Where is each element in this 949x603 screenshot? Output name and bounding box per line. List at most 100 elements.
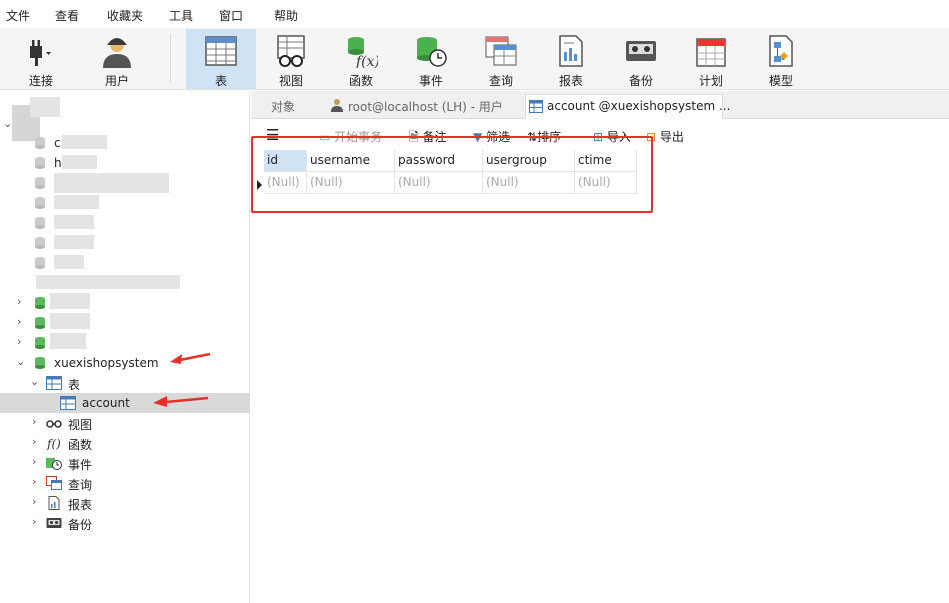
blurred-text: [50, 333, 86, 349]
tree-item-events[interactable]: › 事件: [0, 453, 250, 473]
function-icon: f(): [46, 437, 61, 450]
blurred-text: [50, 313, 90, 329]
tree-item-blurred[interactable]: [0, 213, 250, 233]
account-label: account: [82, 396, 130, 410]
chevron-down-icon[interactable]: ⌄: [16, 356, 26, 367]
blurred-text: [54, 195, 99, 209]
chevron-right-icon[interactable]: ›: [32, 436, 42, 447]
chevron-right-icon[interactable]: ›: [32, 496, 42, 507]
tree-item-backups[interactable]: › 备份: [0, 513, 250, 533]
menu-window[interactable]: 窗口: [219, 7, 243, 24]
event-icon: [417, 37, 447, 67]
tree-item-blurred[interactable]: [0, 233, 250, 253]
tab-bar: 对象 root@localhost (LH) - 用户 account @xue…: [251, 91, 949, 119]
report-icon: [559, 35, 583, 67]
menu-tools[interactable]: 工具: [169, 7, 193, 24]
event-button[interactable]: 事件: [396, 29, 466, 89]
menu-favorites[interactable]: 收藏夹: [107, 7, 143, 24]
connect-label: 连接: [28, 74, 53, 88]
plug-icon: [30, 40, 51, 66]
tab-user[interactable]: root@localhost (LH) - 用户: [327, 94, 523, 119]
chevron-down-icon[interactable]: ⌄: [30, 376, 40, 387]
table-icon: [205, 36, 237, 66]
tree-item-blurred[interactable]: [0, 173, 250, 193]
database-icon: [35, 177, 45, 189]
tree-item-functions[interactable]: › f() 函数: [0, 433, 250, 453]
chevron-right-icon[interactable]: ›: [32, 516, 42, 527]
queries-label: 查询: [68, 478, 93, 492]
tree-item-blurred[interactable]: ›: [0, 293, 250, 313]
blurred-text: [62, 155, 97, 169]
tree-item-blurred[interactable]: c: [0, 133, 250, 153]
menu-help[interactable]: 帮助: [274, 7, 298, 24]
blurred-text: [54, 255, 84, 269]
functions-label: 函数: [68, 438, 93, 452]
database-icon: [35, 257, 45, 269]
tree-item-reports[interactable]: › 报表: [0, 493, 250, 513]
main-toolbar: 连接 用户 表 视图 f(x) 函数 事件 查询 报表 备份 计划 模型: [0, 28, 949, 90]
blurred-text: [50, 293, 90, 309]
chevron-right-icon[interactable]: ›: [17, 336, 27, 347]
report-icon: [48, 496, 60, 510]
schedule-label: 计划: [698, 74, 723, 88]
tree-item-tables[interactable]: ⌄ 表: [0, 373, 250, 393]
blurred-text: [54, 173, 169, 193]
tab-account-table[interactable]: account @xuexishopsystem ...: [525, 94, 730, 119]
tree-label: h: [54, 156, 62, 170]
tree-item-database-xuexishopsystem[interactable]: ⌄ xuexishopsystem: [0, 353, 250, 373]
query-button[interactable]: 查询: [466, 29, 536, 89]
function-icon: f(x): [348, 37, 378, 68]
user-label: 用户: [104, 74, 129, 88]
model-label: 模型: [768, 74, 793, 88]
table-icon: [529, 100, 543, 113]
database-icon: [35, 337, 45, 349]
tab-account-label: account @xuexishopsystem ...: [547, 99, 731, 113]
database-label: xuexishopsystem: [54, 356, 159, 370]
tree-item-blurred[interactable]: [0, 253, 250, 273]
user-button[interactable]: 用户: [82, 29, 152, 89]
report-label: 报表: [558, 74, 583, 88]
chevron-right-icon[interactable]: ›: [32, 476, 42, 487]
menu-view[interactable]: 查看: [55, 7, 79, 24]
backup-button[interactable]: 备份: [606, 29, 676, 89]
table-button[interactable]: 表: [186, 29, 256, 89]
blurred-text: [36, 275, 180, 289]
tree-item-blurred[interactable]: [0, 275, 250, 295]
menu-bar: 文件 查看 收藏夹 工具 窗口 帮助: [0, 0, 949, 28]
backup-label: 备份: [628, 74, 653, 88]
tree-item-table-account[interactable]: account: [0, 393, 250, 413]
view-icon: [277, 35, 305, 67]
chevron-right-icon[interactable]: ›: [32, 456, 42, 467]
table-label: 表: [214, 74, 227, 88]
connect-button[interactable]: 连接: [6, 29, 76, 89]
tree-item-blurred[interactable]: ›: [0, 313, 250, 333]
tree-item-views[interactable]: › 视图: [0, 413, 250, 433]
backup-icon: [46, 518, 62, 528]
tree-item-queries[interactable]: › 查询: [0, 473, 250, 493]
red-arrow-icon: [170, 352, 211, 364]
blurred-text: [54, 235, 94, 249]
function-label: 函数: [348, 74, 373, 88]
chevron-right-icon[interactable]: ›: [17, 316, 27, 327]
glasses-icon: [46, 420, 62, 428]
tree-item-blurred[interactable]: [0, 193, 250, 213]
tables-label: 表: [68, 378, 81, 392]
schedule-button[interactable]: 计划: [676, 29, 746, 89]
database-icon: [35, 197, 45, 209]
calendar-icon: [696, 38, 726, 67]
chevron-right-icon[interactable]: ›: [32, 416, 42, 427]
view-button[interactable]: 视图: [256, 29, 326, 89]
svg-text:f(): f(): [46, 437, 61, 450]
menu-file[interactable]: 文件: [6, 7, 30, 24]
query-icon: [485, 36, 517, 66]
chevron-right-icon[interactable]: ›: [17, 296, 27, 307]
report-button[interactable]: 报表: [536, 29, 606, 89]
function-button[interactable]: f(x) 函数: [326, 29, 396, 89]
user-icon: [331, 99, 343, 112]
table-icon: [60, 396, 76, 410]
toolbar-separator: [170, 34, 171, 82]
model-button[interactable]: 模型: [746, 29, 816, 89]
tree-item-blurred[interactable]: ›: [0, 333, 250, 353]
user-icon: [103, 38, 131, 68]
tree-item-blurred[interactable]: h: [0, 153, 250, 173]
